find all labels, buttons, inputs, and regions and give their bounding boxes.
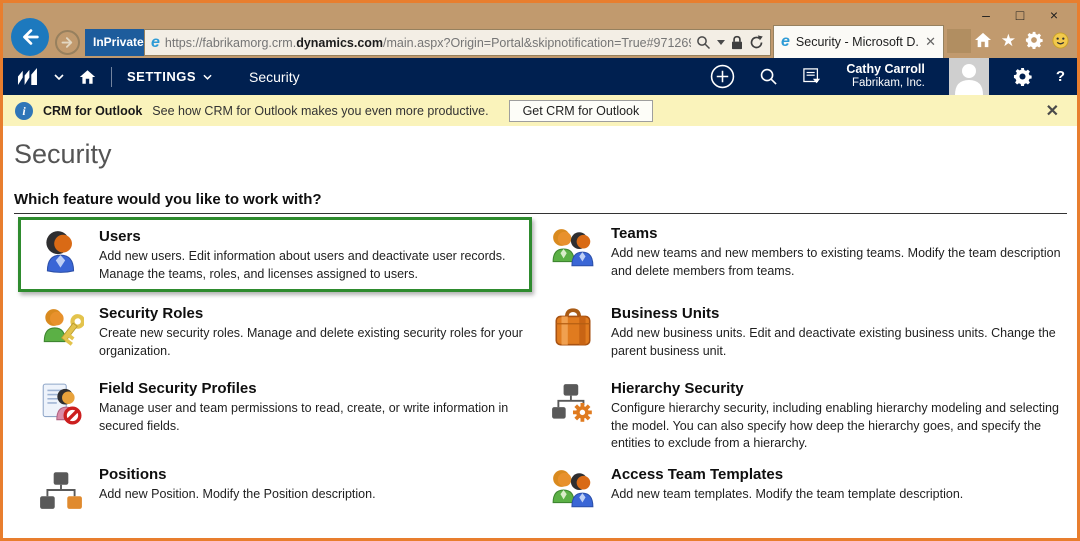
close-icon[interactable]: ×: [1037, 5, 1071, 25]
feature-title: Hierarchy Security: [611, 380, 1061, 397]
positions-icon: [38, 466, 86, 528]
security-role-icon: [38, 305, 86, 367]
browser-tab[interactable]: e Security - Microsoft D... ✕: [773, 25, 944, 58]
notification-message: See how CRM for Outlook makes you even m…: [152, 104, 488, 118]
forward-arrow-icon: [60, 35, 75, 50]
feature-title: Access Team Templates: [611, 466, 963, 483]
breadcrumb[interactable]: Security: [249, 69, 300, 85]
security-page: Security Which feature would you like to…: [3, 126, 1077, 538]
address-bar[interactable]: e https://fabrikamorg.crm.dynamics.com/m…: [144, 29, 771, 56]
feature-access-team-templates[interactable]: Access Team Templates Add new team templ…: [540, 457, 1067, 532]
crm-search-icon[interactable]: [759, 67, 778, 86]
notification-bar: i CRM for Outlook See how CRM for Outloo…: [3, 95, 1077, 126]
info-icon: i: [15, 102, 33, 120]
window-controls: – □ ×: [969, 5, 1071, 25]
new-tab-button[interactable]: [947, 29, 971, 53]
settings-chevron-down-icon: [203, 74, 212, 80]
user-menu[interactable]: Cathy Carroll Fabrikam, Inc.: [846, 62, 925, 91]
business-unit-icon: [550, 305, 598, 367]
user-name: Cathy Carroll: [846, 62, 925, 77]
feature-description: Configure hierarchy security, including …: [611, 400, 1061, 453]
section-question: Which feature would you like to work wit…: [14, 191, 1067, 214]
feature-teams[interactable]: Teams Add new teams and new members to e…: [540, 216, 1067, 296]
feature-description: Add new team templates. Modify the team …: [611, 486, 963, 504]
feature-business-units[interactable]: Business Units Add new business units. E…: [540, 296, 1067, 371]
tab-title: Security - Microsoft D...: [796, 35, 919, 49]
feature-description: Create new security roles. Manage and de…: [99, 325, 534, 360]
lock-icon: [731, 35, 743, 50]
crm-settings-gear-icon[interactable]: [1013, 67, 1032, 86]
feature-description: Add new Position. Modify the Position de…: [99, 486, 376, 504]
notification-title: CRM for Outlook: [43, 104, 142, 118]
crm-navbar: SETTINGS Security Cathy Carroll Fabrikam…: [3, 58, 1077, 95]
feature-description: Add new users. Edit information about us…: [99, 248, 521, 283]
maximize-icon[interactable]: □: [1003, 5, 1037, 25]
refresh-icon[interactable]: [749, 35, 764, 50]
feature-users[interactable]: Users Add new users. Edit information ab…: [18, 217, 532, 292]
feature-grid: Users Add new users. Edit information ab…: [13, 216, 1067, 532]
home-icon[interactable]: [974, 32, 992, 48]
feedback-smiley-icon[interactable]: [1052, 32, 1069, 49]
back-button[interactable]: [11, 18, 49, 56]
user-org: Fabrikam, Inc.: [846, 77, 925, 91]
avatar[interactable]: [949, 58, 989, 95]
notification-close-icon[interactable]: ✕: [1040, 101, 1065, 121]
inprivate-badge: InPrivate: [85, 29, 152, 56]
url-text: https://fabrikamorg.crm.dynamics.com/mai…: [165, 36, 691, 50]
feature-title: Teams: [611, 225, 1061, 242]
feature-description: Add new business units. Edit and deactiv…: [611, 325, 1061, 360]
feature-title: Positions: [99, 466, 376, 483]
feature-title: Security Roles: [99, 305, 534, 322]
minimize-icon[interactable]: –: [969, 5, 1003, 25]
recently-viewed-icon[interactable]: [802, 68, 822, 86]
search-icon[interactable]: [696, 35, 711, 50]
tab-close-icon[interactable]: ✕: [925, 34, 936, 50]
feature-description: Manage user and team permissions to read…: [99, 400, 534, 435]
feature-title: Users: [99, 228, 521, 245]
page-title: Security: [14, 139, 1077, 170]
quick-create-plus-icon[interactable]: [710, 64, 735, 89]
access-team-icon: [550, 466, 598, 528]
favorites-star-icon[interactable]: ★: [1001, 32, 1016, 49]
browser-chrome: – □ × InPrivate e https://fabrikamorg.cr…: [3, 3, 1077, 58]
feature-hierarchy-security[interactable]: Hierarchy Security Configure hierarchy s…: [540, 371, 1067, 457]
feature-security-roles[interactable]: Security Roles Create new security roles…: [13, 296, 540, 371]
search-dropdown-icon[interactable]: [717, 40, 725, 45]
settings-menu-label: SETTINGS: [127, 69, 196, 84]
settings-menu[interactable]: SETTINGS: [127, 69, 212, 84]
crm-home-icon[interactable]: [79, 69, 96, 85]
feature-positions[interactable]: Positions Add new Position. Modify the P…: [13, 457, 540, 532]
tab-favicon-icon: e: [781, 34, 790, 50]
get-crm-outlook-button[interactable]: Get CRM for Outlook: [509, 100, 654, 122]
field-security-icon: [38, 380, 86, 453]
forward-button[interactable]: [55, 30, 80, 55]
hierarchy-security-icon: [550, 380, 598, 453]
dynamics-logo-icon[interactable]: [15, 67, 39, 86]
feature-description: Add new teams and new members to existin…: [611, 245, 1061, 280]
feature-title: Business Units: [611, 305, 1061, 322]
user-icon: [38, 228, 86, 285]
feature-field-security-profiles[interactable]: Field Security Profiles Manage user and …: [13, 371, 540, 457]
help-button[interactable]: ?: [1056, 68, 1065, 85]
feature-title: Field Security Profiles: [99, 380, 534, 397]
ie-logo-icon: e: [151, 35, 160, 51]
team-icon: [550, 225, 598, 292]
back-arrow-icon: [19, 26, 41, 48]
nav-chevron-down-icon[interactable]: [54, 74, 64, 80]
browser-settings-gear-icon[interactable]: [1025, 31, 1043, 49]
nav-divider: [111, 67, 112, 87]
